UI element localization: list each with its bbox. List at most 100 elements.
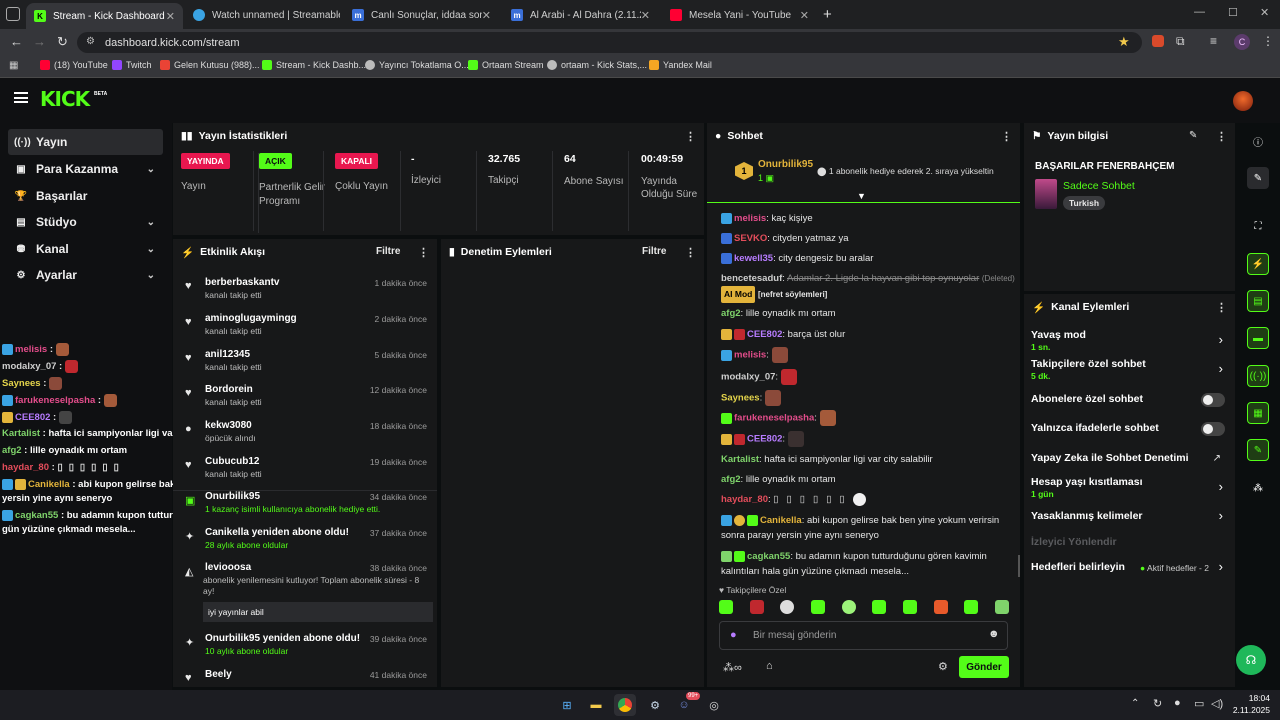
sidebar-item-yayin[interactable]: ((·)) Yayın bbox=[8, 129, 163, 155]
action-slow-mode[interactable]: Yavaş mod 1 sn. bbox=[1031, 329, 1231, 352]
emote-only-toggle[interactable] bbox=[1201, 422, 1225, 436]
bookmark-yandex[interactable]: Yandex Mail bbox=[649, 60, 712, 70]
minimize-button[interactable]: — bbox=[1194, 6, 1205, 18]
new-tab-button[interactable]: + bbox=[823, 6, 832, 23]
send-button[interactable]: Gönder bbox=[959, 656, 1009, 678]
site-info-icon[interactable]: ⚙ bbox=[86, 36, 95, 47]
external-link-icon[interactable]: ↗ bbox=[1213, 453, 1221, 464]
close-icon[interactable]: ✕ bbox=[166, 10, 175, 23]
more-options-icon[interactable]: ⋮ bbox=[685, 130, 696, 143]
emote-icon[interactable] bbox=[933, 600, 948, 614]
filter-button[interactable]: Filtre bbox=[642, 246, 666, 257]
microphone-icon[interactable]: ● bbox=[730, 629, 737, 641]
tab-kick-dashboard[interactable]: K Stream - Kick Dashboard ✕ bbox=[26, 3, 183, 29]
bookmark-kick-stats[interactable]: ortaam - Kick Stats,... bbox=[547, 60, 647, 70]
tab-canli-sonuclar[interactable]: m Canlı Sonuçlar, iddaa sonuçları ✕ bbox=[344, 4, 499, 26]
chat-icon[interactable]: ▬ bbox=[1247, 327, 1269, 349]
sidebar-item-para-kazanma[interactable]: ▣ Para Kazanma ⌄ bbox=[8, 156, 163, 182]
category-name[interactable]: Sadece Sohbet bbox=[1063, 180, 1135, 192]
store-icon[interactable]: ⌂ bbox=[766, 660, 773, 672]
emote-icon[interactable] bbox=[810, 600, 825, 614]
support-button[interactable]: ☊ bbox=[1236, 645, 1266, 675]
language-tag[interactable]: Turkish bbox=[1063, 196, 1106, 210]
category-thumbnail[interactable] bbox=[1035, 179, 1057, 209]
sidebar-item-studyo[interactable]: ▤ Stüdyo ⌄ bbox=[8, 209, 163, 235]
microphone-icon[interactable]: ● bbox=[1174, 697, 1181, 709]
chevron-right-icon[interactable]: › bbox=[1219, 361, 1223, 376]
user-avatar[interactable] bbox=[1233, 91, 1253, 111]
emote-icon[interactable] bbox=[994, 600, 1009, 614]
clock-date[interactable]: 2.11.2025 bbox=[1229, 705, 1270, 715]
emote-icon[interactable] bbox=[964, 600, 979, 614]
media-control-icon[interactable]: ≡ bbox=[1210, 34, 1217, 48]
kick-points-icon[interactable]: ⁂∞ bbox=[723, 661, 742, 674]
extension-icon[interactable] bbox=[1152, 35, 1164, 47]
chevron-right-icon[interactable]: › bbox=[1219, 559, 1223, 574]
chevron-right-icon[interactable]: › bbox=[1219, 332, 1223, 347]
bookmark-gmail[interactable]: Gelen Kutusu (988)... bbox=[160, 60, 260, 70]
display-icon[interactable]: ▭ bbox=[1194, 697, 1204, 710]
bookmark-youtube[interactable]: (18) YouTube bbox=[40, 60, 108, 70]
layout-icon[interactable]: ▦ bbox=[1247, 402, 1269, 424]
sidebar-item-basarilar[interactable]: 🏆 Başarılar bbox=[8, 183, 163, 209]
info-icon[interactable]: ⓘ bbox=[1247, 130, 1269, 152]
sidebar-item-ayarlar[interactable]: ⚙ Ayarlar ⌄ bbox=[8, 262, 163, 288]
clock-time[interactable]: 18:04 bbox=[1244, 693, 1270, 703]
chevron-up-icon[interactable]: ⌃ bbox=[1131, 698, 1139, 709]
emote-icon[interactable] bbox=[719, 600, 733, 614]
chat-settings-icon[interactable]: ⚙ bbox=[938, 660, 948, 673]
steam-icon[interactable]: ⚙ bbox=[644, 694, 666, 716]
bookmark-ortaam-stream[interactable]: Ortaam Stream bbox=[468, 60, 544, 70]
speaker-icon[interactable]: ◁) bbox=[1211, 697, 1223, 710]
emote-icon[interactable] bbox=[749, 600, 764, 614]
sync-icon[interactable]: ↻ bbox=[1153, 697, 1162, 710]
tab-al-arabi[interactable]: m Al Arabi - Al Dahra (2.11.2025) | ✕ bbox=[503, 4, 658, 26]
chat-input[interactable]: ● Bir mesaj gönderin ☻ bbox=[719, 621, 1008, 650]
window-close-button[interactable]: ✕ bbox=[1260, 6, 1269, 19]
windows-start-icon[interactable]: ⊞ bbox=[556, 694, 578, 716]
collapse-icon[interactable]: ▼ bbox=[857, 191, 866, 201]
action-banned-words[interactable]: Yasaklanmış kelimeler bbox=[1031, 510, 1231, 522]
bookmark-star-icon[interactable]: ★ bbox=[1118, 34, 1130, 50]
reload-icon[interactable]: ↻ bbox=[57, 34, 68, 50]
more-options-icon[interactable]: ⋮ bbox=[1216, 301, 1227, 314]
chevron-right-icon[interactable]: › bbox=[1219, 508, 1223, 523]
notes-icon[interactable]: ▤ bbox=[1247, 290, 1269, 312]
close-icon[interactable]: ✕ bbox=[482, 9, 491, 22]
moderation-icon[interactable]: ⛶ bbox=[1247, 215, 1269, 237]
bookmark-twitch[interactable]: Twitch bbox=[112, 60, 152, 70]
app-icon[interactable]: ◎ bbox=[703, 694, 725, 716]
tab-streamable[interactable]: Watch unnamed | Streamable ✕ bbox=[185, 4, 340, 26]
kick-logo[interactable]: KICK bbox=[40, 87, 90, 111]
bookmark-yayinci[interactable]: Yayıncı Tokatlama O... bbox=[365, 60, 469, 70]
edit-icon[interactable]: ✎ bbox=[1189, 130, 1197, 141]
file-explorer-icon[interactable]: ▬ bbox=[585, 694, 607, 716]
more-options-icon[interactable]: ⋮ bbox=[1001, 130, 1012, 143]
extensions-puzzle-icon[interactable]: ⧉ bbox=[1176, 34, 1185, 49]
action-followers-only[interactable]: Takipçilere özel sohbet 5 dk. bbox=[1031, 358, 1231, 381]
forward-icon[interactable]: → bbox=[33, 34, 46, 49]
filter-button[interactable]: Filtre bbox=[376, 246, 400, 257]
hamburger-menu-icon[interactable] bbox=[14, 92, 28, 103]
profile-avatar[interactable]: C bbox=[1234, 34, 1250, 50]
action-ai-moderation[interactable]: Yapay Zeka ile Sohbet Denetimi bbox=[1031, 452, 1231, 464]
broadcast-icon[interactable]: ((·)) bbox=[1247, 365, 1269, 387]
close-icon[interactable]: ✕ bbox=[641, 9, 650, 22]
emote-icon[interactable] bbox=[841, 600, 856, 614]
emote-icon[interactable] bbox=[872, 600, 887, 614]
maximize-button[interactable]: ☐ bbox=[1228, 6, 1238, 19]
more-options-icon[interactable]: ⋮ bbox=[418, 246, 429, 259]
bolt-icon[interactable]: ⚡ bbox=[1247, 253, 1269, 275]
bookmark-kick[interactable]: Stream - Kick Dashb... bbox=[262, 60, 366, 70]
emote-icon[interactable] bbox=[780, 600, 795, 614]
action-account-age[interactable]: Hesap yaşı kısıtlaması 1 gün bbox=[1031, 476, 1231, 499]
emoji-icon[interactable]: ☻ bbox=[988, 628, 1000, 640]
sidebar-item-kanal[interactable]: ⛃ Kanal ⌄ bbox=[8, 236, 163, 262]
close-icon[interactable]: ✕ bbox=[800, 9, 809, 22]
back-icon[interactable]: ← bbox=[10, 34, 23, 49]
tab-youtube[interactable]: Mesela Yani - YouTube ✕ bbox=[662, 4, 817, 26]
emote-icon[interactable] bbox=[902, 600, 917, 614]
more-options-icon[interactable]: ⋮ bbox=[1216, 130, 1227, 143]
apps-grid-icon[interactable]: ▦ bbox=[9, 60, 18, 71]
chrome-icon[interactable] bbox=[614, 694, 636, 716]
